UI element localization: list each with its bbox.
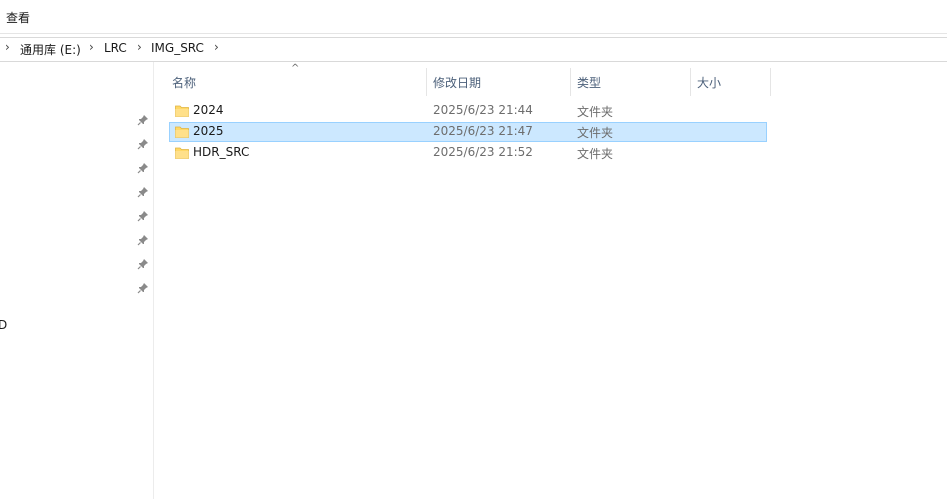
file-type: 文件夹 (577, 147, 614, 161)
pin-icon[interactable] (137, 138, 149, 150)
chevron-right-icon[interactable]: › (214, 40, 219, 54)
folder-icon (175, 126, 189, 138)
file-row[interactable]: 2025 2025/6/23 21:47 文件夹 (169, 122, 767, 142)
folder-icon (175, 105, 189, 117)
file-modified: 2025/6/23 21:44 (433, 103, 533, 117)
file-modified: 2025/6/23 21:47 (433, 124, 533, 138)
pane-divider[interactable] (153, 62, 154, 499)
column-divider[interactable] (426, 68, 427, 96)
pin-icon[interactable] (137, 162, 149, 174)
menu-view[interactable]: 查看 (6, 9, 30, 26)
navigation-pane: D (0, 62, 153, 499)
pin-icon[interactable] (137, 114, 149, 126)
breadcrumb-item-img-src[interactable]: IMG_SRC (151, 41, 204, 55)
chevron-right-icon[interactable]: › (137, 40, 142, 54)
pin-icon[interactable] (137, 210, 149, 222)
pin-icon[interactable] (137, 282, 149, 294)
file-name: 2025 (193, 124, 224, 138)
pin-icon[interactable] (137, 186, 149, 198)
file-type: 文件夹 (577, 105, 614, 119)
file-row[interactable]: HDR_SRC 2025/6/23 21:52 文件夹 (169, 143, 767, 163)
chevron-right-icon[interactable]: › (89, 40, 94, 54)
pin-icon[interactable] (137, 234, 149, 246)
file-name: HDR_SRC (193, 145, 250, 159)
file-row[interactable]: 2024 2025/6/23 21:44 文件夹 (169, 101, 767, 121)
breadcrumb-item-drive[interactable]: 通用库 (E:) (20, 41, 81, 58)
menu-bar: 查看 (0, 0, 947, 33)
pin-icon[interactable] (137, 258, 149, 270)
chevron-right-icon[interactable]: › (5, 40, 10, 54)
menu-divider (0, 33, 947, 34)
column-header-name[interactable]: 名称 (172, 74, 196, 91)
column-divider[interactable] (570, 68, 571, 96)
file-type: 文件夹 (577, 126, 614, 140)
column-header-type[interactable]: 类型 (577, 74, 601, 91)
nav-item-label[interactable]: D (0, 318, 7, 332)
breadcrumb[interactable]: › 通用库 (E:) › LRC › IMG_SRC › (0, 37, 947, 62)
sort-ascending-icon: ^ (291, 63, 300, 74)
column-divider[interactable] (690, 68, 691, 96)
column-header-modified[interactable]: 修改日期 (433, 74, 481, 91)
file-modified: 2025/6/23 21:52 (433, 145, 533, 159)
column-header-size[interactable]: 大小 (697, 74, 721, 91)
file-name: 2024 (193, 103, 224, 117)
breadcrumb-item-lrc[interactable]: LRC (104, 41, 127, 55)
column-divider[interactable] (770, 68, 771, 96)
folder-icon (175, 147, 189, 159)
